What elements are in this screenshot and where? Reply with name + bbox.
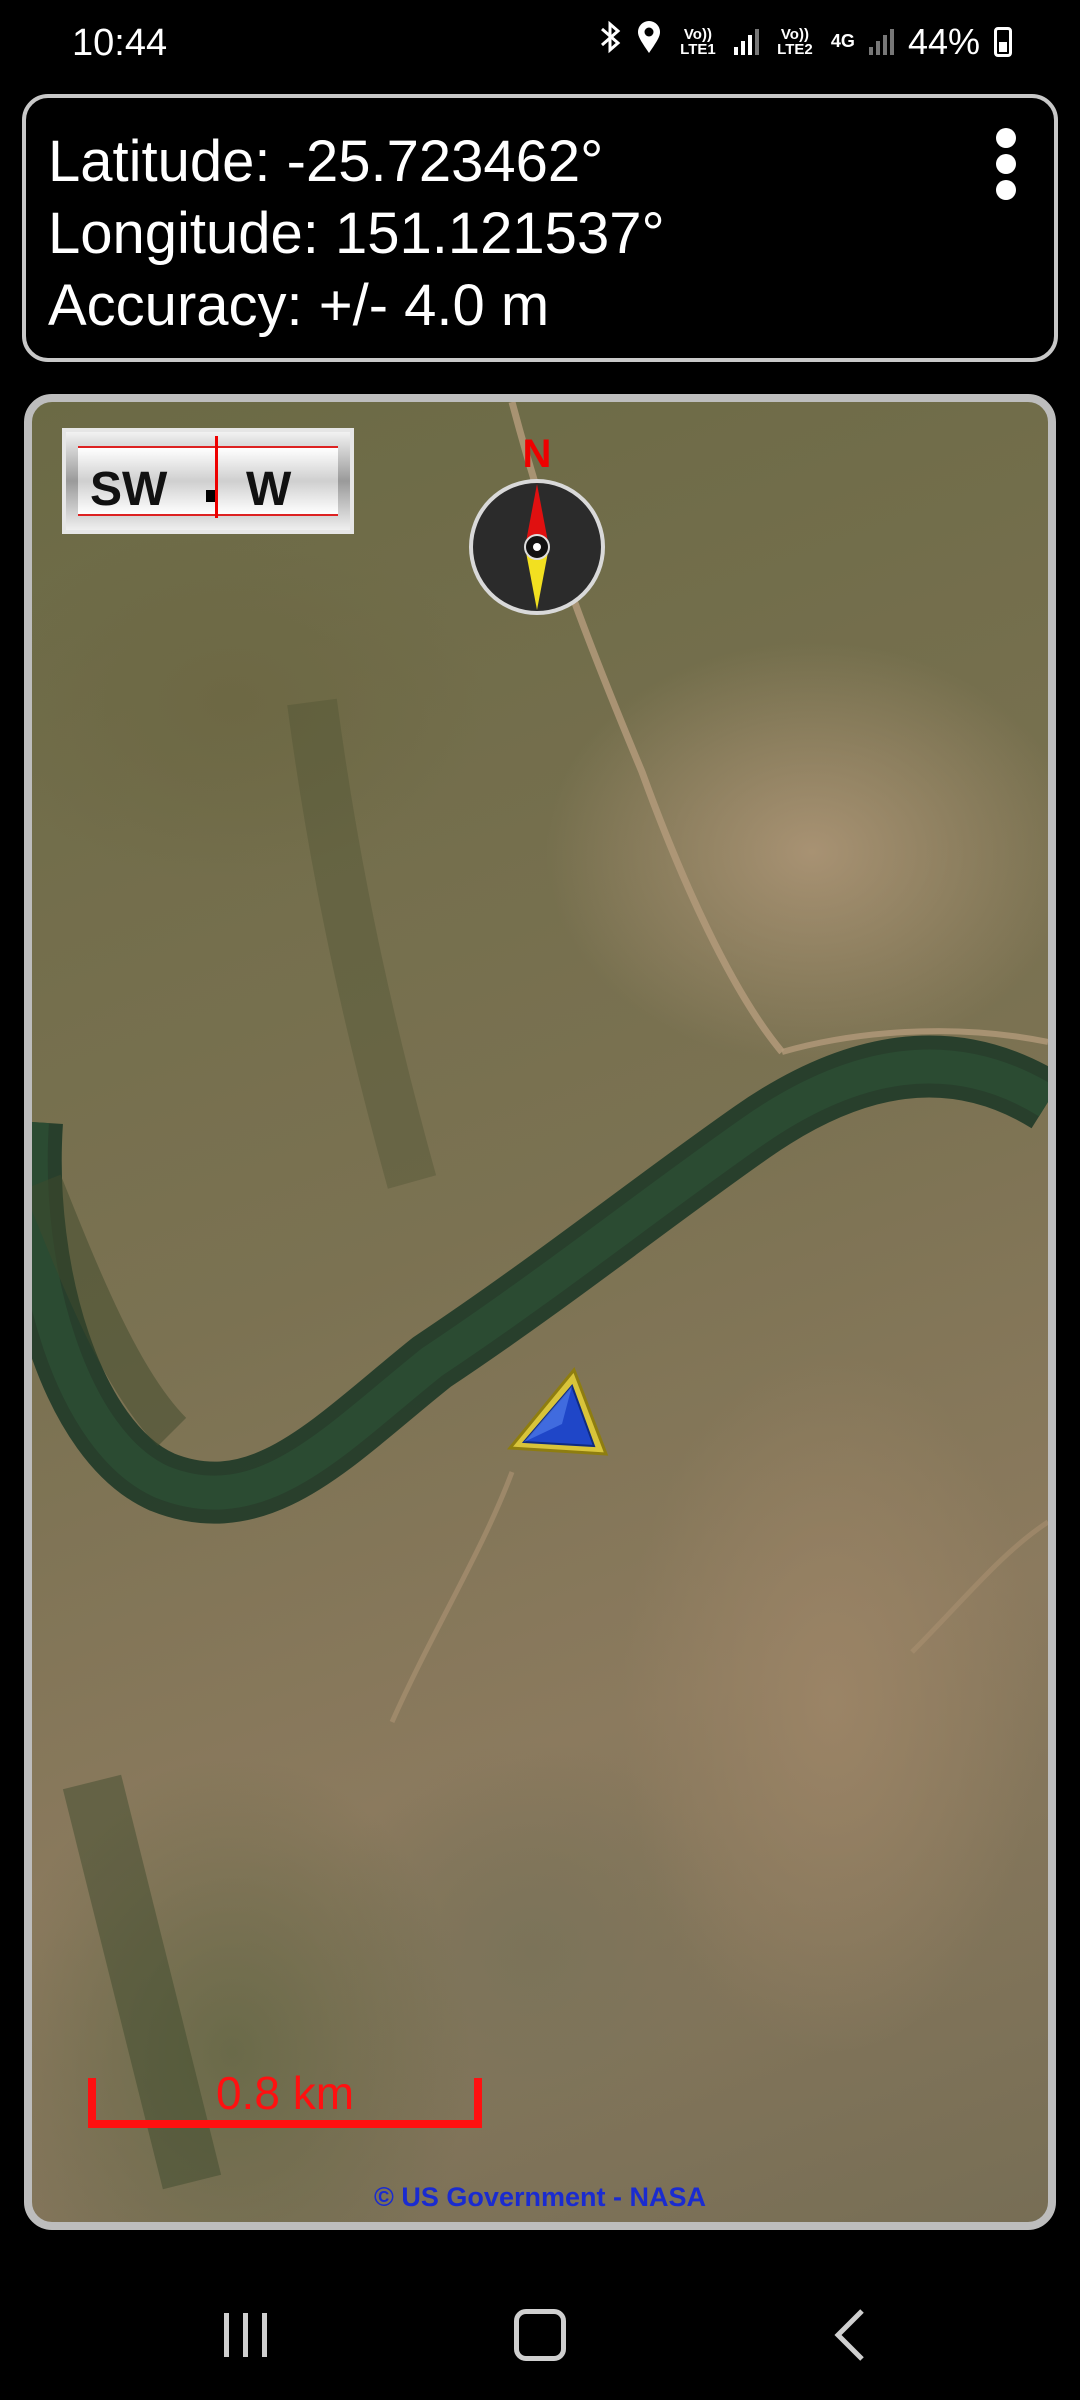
map-terrain (32, 402, 1048, 2190)
signal-sim2-icon (868, 28, 894, 55)
map-attribution: © US Government - NASA (374, 2182, 706, 2212)
heading-marker (215, 436, 218, 518)
accuracy-text: Accuracy: +/- 4.0 m (48, 273, 550, 338)
satellite-map[interactable]: SW W N 0.8 km © US Government - NASA (24, 394, 1056, 2230)
navigation-bar (0, 2260, 1080, 2400)
sim1-label: Vo)) LTE1 (680, 25, 716, 58)
compass[interactable]: N (462, 432, 612, 615)
heading-indicator: SW W (62, 428, 354, 534)
location-icon (636, 20, 662, 63)
back-icon[interactable] (810, 2302, 890, 2368)
battery-percent: 44% (907, 20, 980, 62)
scale-bar: 0.8 km (88, 2066, 482, 2128)
signal-sim1-icon (733, 28, 759, 55)
location-info-panel: Latitude: -25.723462° Longitude: 151.121… (22, 94, 1058, 362)
heading-right-label: W (246, 463, 292, 516)
more-vert-icon[interactable] (994, 128, 1018, 200)
sim2-tech: 4G (830, 31, 855, 51)
scale-label: 0.8 km (215, 2067, 355, 2119)
status-time: 10:44 (72, 22, 168, 64)
heading-left-label: SW (90, 463, 168, 516)
battery-charging-icon (994, 26, 1012, 57)
position-arrow-icon (506, 1367, 609, 1456)
latitude-text: Latitude: -25.723462° (48, 129, 604, 194)
status-bar: 10:44 Vo)) LTE1 Vo)) LTE2 4G 44% (0, 0, 1080, 92)
compass-needle-icon (469, 479, 605, 615)
longitude-text: Longitude: 151.121537° (48, 201, 665, 266)
recents-icon[interactable] (205, 2302, 285, 2368)
bluetooth-icon (600, 20, 622, 63)
home-icon[interactable] (500, 2302, 580, 2368)
sim2-label: Vo)) LTE2 (777, 25, 813, 58)
compass-north-label: N (522, 432, 552, 476)
status-icons: Vo)) LTE1 Vo)) LTE2 4G 44% (600, 20, 1012, 63)
